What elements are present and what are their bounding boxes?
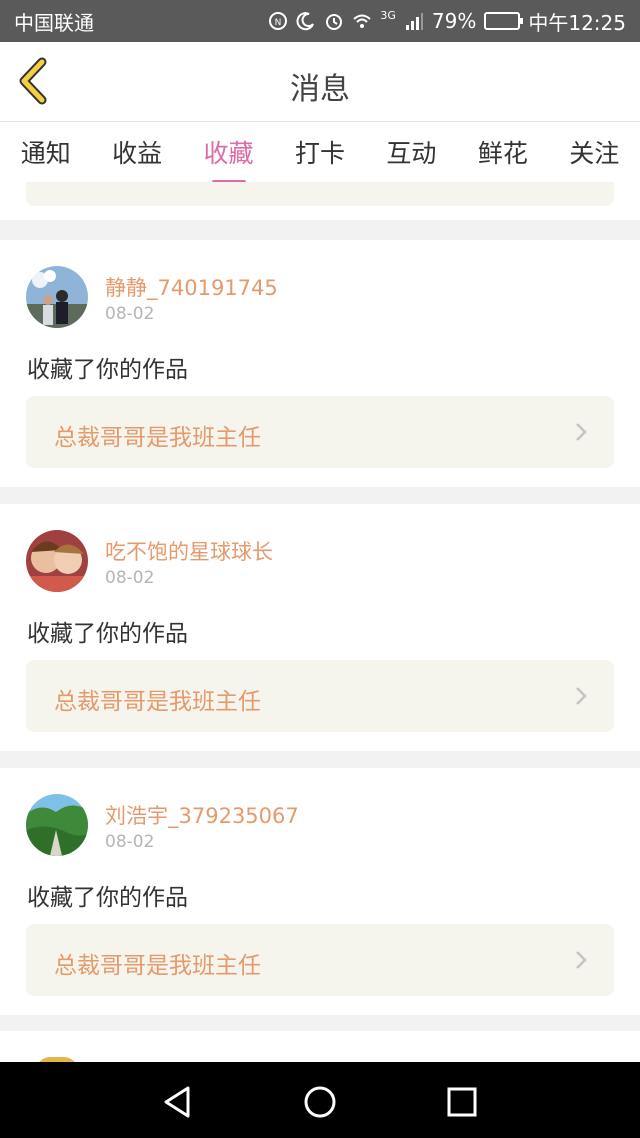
alarm-icon xyxy=(326,14,343,30)
carrier-label: 中国联通 xyxy=(14,10,94,35)
network-type: 3G xyxy=(380,8,396,22)
work-title: 总裁哥哥是我班主任 xyxy=(54,425,261,451)
battery-percent: 79% xyxy=(431,9,477,33)
tab-checkin[interactable]: 打卡 xyxy=(295,126,345,178)
app-header: 消息 xyxy=(0,42,640,122)
list-item-partial xyxy=(0,182,640,220)
username[interactable]: 刘浩宇_379235067 xyxy=(105,800,299,830)
chevron-right-icon xyxy=(576,687,587,705)
timestamp: 08-02 xyxy=(105,832,155,852)
list-item: 刘浩宇_379235067 08-02 收藏了你的作品 总裁哥哥是我班主任 xyxy=(0,768,640,1015)
moon-icon xyxy=(296,12,315,31)
avatar[interactable] xyxy=(26,266,88,328)
home-circle-icon[interactable] xyxy=(300,1082,340,1122)
chevron-right-icon xyxy=(576,423,587,441)
page-title: 消息 xyxy=(290,72,350,107)
tab-follow[interactable]: 关注 xyxy=(569,126,619,178)
svg-text:N: N xyxy=(275,18,282,28)
battery-icon xyxy=(484,12,524,30)
username[interactable]: 吃不饱的星球球长 xyxy=(105,536,273,566)
action-text: 收藏了你的作品 xyxy=(27,621,188,647)
tab-income[interactable]: 收益 xyxy=(112,126,162,178)
work-link[interactable]: 总裁哥哥是我班主任 xyxy=(26,660,614,732)
message-feed[interactable]: 静静_740191745 08-02 收藏了你的作品 总裁哥哥是我班主任 吃不饱… xyxy=(0,182,640,1062)
action-text: 收藏了你的作品 xyxy=(27,357,188,383)
work-link-partial xyxy=(26,182,614,206)
back-triangle-icon[interactable] xyxy=(158,1082,198,1122)
tab-bar: 通知 收益 收藏 打卡 互动 鲜花 关注 xyxy=(0,122,640,184)
wifi-icon xyxy=(353,14,372,28)
tab-favorites[interactable]: 收藏 xyxy=(204,126,254,184)
timestamp: 08-02 xyxy=(105,304,155,324)
recents-square-icon[interactable] xyxy=(442,1082,482,1122)
list-item-partial xyxy=(0,1031,640,1062)
work-link[interactable]: 总裁哥哥是我班主任 xyxy=(26,924,614,996)
timestamp: 08-02 xyxy=(105,568,155,588)
tab-notice[interactable]: 通知 xyxy=(21,126,71,178)
signal-icon xyxy=(405,13,423,30)
username[interactable]: 静静_740191745 xyxy=(105,272,278,302)
list-item: 静静_740191745 08-02 收藏了你的作品 总裁哥哥是我班主任 xyxy=(0,240,640,487)
system-nav-bar xyxy=(0,1062,640,1138)
hd-call-icon: N xyxy=(269,12,288,30)
action-text: 收藏了你的作品 xyxy=(27,885,188,911)
status-bar: 中国联通 N 3G 79% 中午12:25 xyxy=(0,0,640,42)
list-item: 吃不饱的星球球长 08-02 收藏了你的作品 总裁哥哥是我班主任 xyxy=(0,504,640,751)
tab-interaction[interactable]: 互动 xyxy=(386,126,436,178)
work-title: 总裁哥哥是我班主任 xyxy=(54,953,261,979)
work-title: 总裁哥哥是我班主任 xyxy=(54,689,261,715)
chevron-right-icon xyxy=(576,951,587,969)
avatar[interactable] xyxy=(26,794,88,856)
tab-flowers[interactable]: 鲜花 xyxy=(478,126,528,178)
work-link[interactable]: 总裁哥哥是我班主任 xyxy=(26,396,614,468)
avatar[interactable] xyxy=(26,530,88,592)
clock: 中午12:25 xyxy=(528,10,626,35)
